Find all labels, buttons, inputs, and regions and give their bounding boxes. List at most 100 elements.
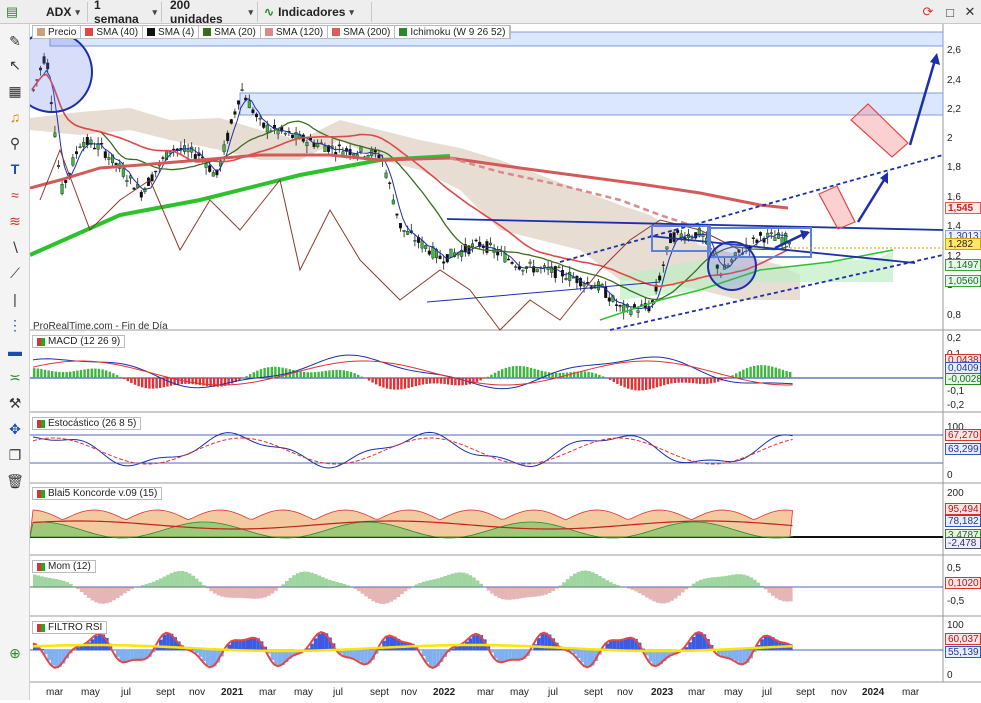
pane-label-rsi[interactable]: FILTRO RSI [32,621,107,634]
macd-histogram-bar [206,378,208,386]
mom-area-bar [382,587,386,604]
copy-icon[interactable]: ❐ [4,444,26,466]
tools-icon[interactable]: ⚒ [4,392,26,414]
rsi-area-bar [512,650,516,660]
symbol-selector[interactable]: ADX ▾ [42,2,88,22]
macd-histogram-bar [105,370,107,378]
mom-area-bar [573,574,577,587]
units-label: 200 unidades [170,0,244,26]
candle-body [428,251,431,254]
legend-swatch [203,28,211,36]
macd-histogram-bar [245,376,247,378]
fibonacci-icon[interactable]: ≈ [4,184,26,206]
rsi-area-bar [119,650,123,661]
rsi-area-bar [346,650,350,657]
indicators-chart-icon: ∿ [264,5,274,19]
channel-icon[interactable]: ≋ [4,210,26,232]
refresh-icon[interactable]: ⟳ [918,2,938,22]
trash-icon[interactable]: 🗑 [4,470,26,492]
restore-icon[interactable]: □ [940,2,960,22]
wave-icon[interactable]: ≍ [4,366,26,388]
macd-histogram-bar [584,371,586,378]
candle-body [514,267,517,268]
legend-item[interactable]: SMA (200) [328,26,395,38]
pattern-icon[interactable]: ⋮ [4,314,26,336]
units-selector[interactable]: 200 unidades ▾ [166,2,258,22]
candle-body [489,243,492,245]
macd-histogram-bar [742,370,744,378]
pencil-icon[interactable]: ✎ [4,30,26,52]
candle-body [75,152,78,154]
candle-body [162,158,165,159]
macd-histogram-bar [782,370,784,378]
chart-area[interactable] [30,24,981,700]
candle-body [475,240,478,241]
mom-area-bar [461,573,465,587]
mom-area-bar [87,587,91,598]
rsi-area-bar [199,650,203,657]
mom-area-bar [544,587,548,595]
move-icon[interactable]: ✥ [4,418,26,440]
pane-value-tag: 63,299 [945,443,981,455]
macd-histogram-bar [505,368,507,378]
rsi-area-bar [476,634,480,650]
macd-histogram-bar [397,378,399,390]
zoom-icon[interactable]: ⚲ [4,132,26,154]
candle-body [619,305,622,306]
macd-histogram-bar [321,371,323,378]
ruler-icon[interactable]: ▦ [4,80,26,102]
candle-body [205,164,208,168]
collapse-icon[interactable]: ⊕ [4,642,26,664]
horizontal-level-icon[interactable]: ▬ [4,340,26,362]
pane-label-koncorde[interactable]: Blai5 Koncorde v.09 (15) [32,487,162,500]
mom-area-bar [537,587,541,596]
macd-histogram-bar [69,372,71,378]
legend-item[interactable]: SMA (20) [199,26,261,38]
rsi-area-bar [51,650,55,665]
macd-histogram-bar [393,378,395,390]
mom-area-bar [127,587,131,591]
mom-area-bar [101,587,105,604]
rsi-area-bar [429,650,433,666]
macd-histogram-bar [119,377,121,378]
pane-tick-label: 0 [943,470,981,481]
mom-area-bar [242,587,246,598]
vertical-line-icon[interactable]: | [4,288,26,310]
macd-histogram-bar [587,372,589,378]
legend-item[interactable]: Precio [33,26,81,38]
rsi-area-bar [357,650,361,661]
pointer-icon[interactable]: ↖ [4,54,26,76]
indicators-button[interactable]: ∿ Indicadores ▾ [260,2,372,22]
alert-bell-icon[interactable]: ♫ [4,106,26,128]
timeframe-selector[interactable]: 1 semana ▾ [90,2,162,22]
pane-label-stochastic[interactable]: Estocástico (26 8 5) [32,417,141,430]
macd-histogram-bar [695,378,697,384]
time-tick-label: 2021 [221,687,243,698]
legend-item[interactable]: SMA (4) [143,26,199,38]
symbol-icon[interactable]: ▤ [2,2,22,22]
macd-histogram-bar [37,369,39,378]
line-icon[interactable]: ⟋ [4,262,26,284]
mom-area-bar [735,574,739,587]
pane-label-macd[interactable]: MACD (12 26 9) [32,335,125,348]
legend-item[interactable]: Ichimoku (W 9 26 52) [395,26,510,38]
rsi-area-bar [137,650,141,660]
pane-label-momentum[interactable]: Mom (12) [32,560,96,573]
macd-histogram-bar [436,378,438,383]
macd-histogram-bar [667,378,669,384]
mom-area-bar [134,587,138,588]
rsi-area-bar [652,650,656,665]
segment-icon[interactable]: ∖ [4,236,26,258]
legend-item[interactable]: SMA (40) [81,26,143,38]
close-icon[interactable]: ✕ [960,2,980,22]
mom-area-bar [105,587,109,603]
candle-body [471,244,474,247]
macd-histogram-bar [91,369,93,378]
mom-area-bar [227,587,231,598]
mom-area-bar [670,587,674,601]
rsi-area-bar [55,650,59,668]
macd-histogram-bar [73,371,75,378]
text-icon[interactable]: T [4,158,26,180]
mom-area-bar [195,579,199,587]
legend-item[interactable]: SMA (120) [261,26,328,38]
